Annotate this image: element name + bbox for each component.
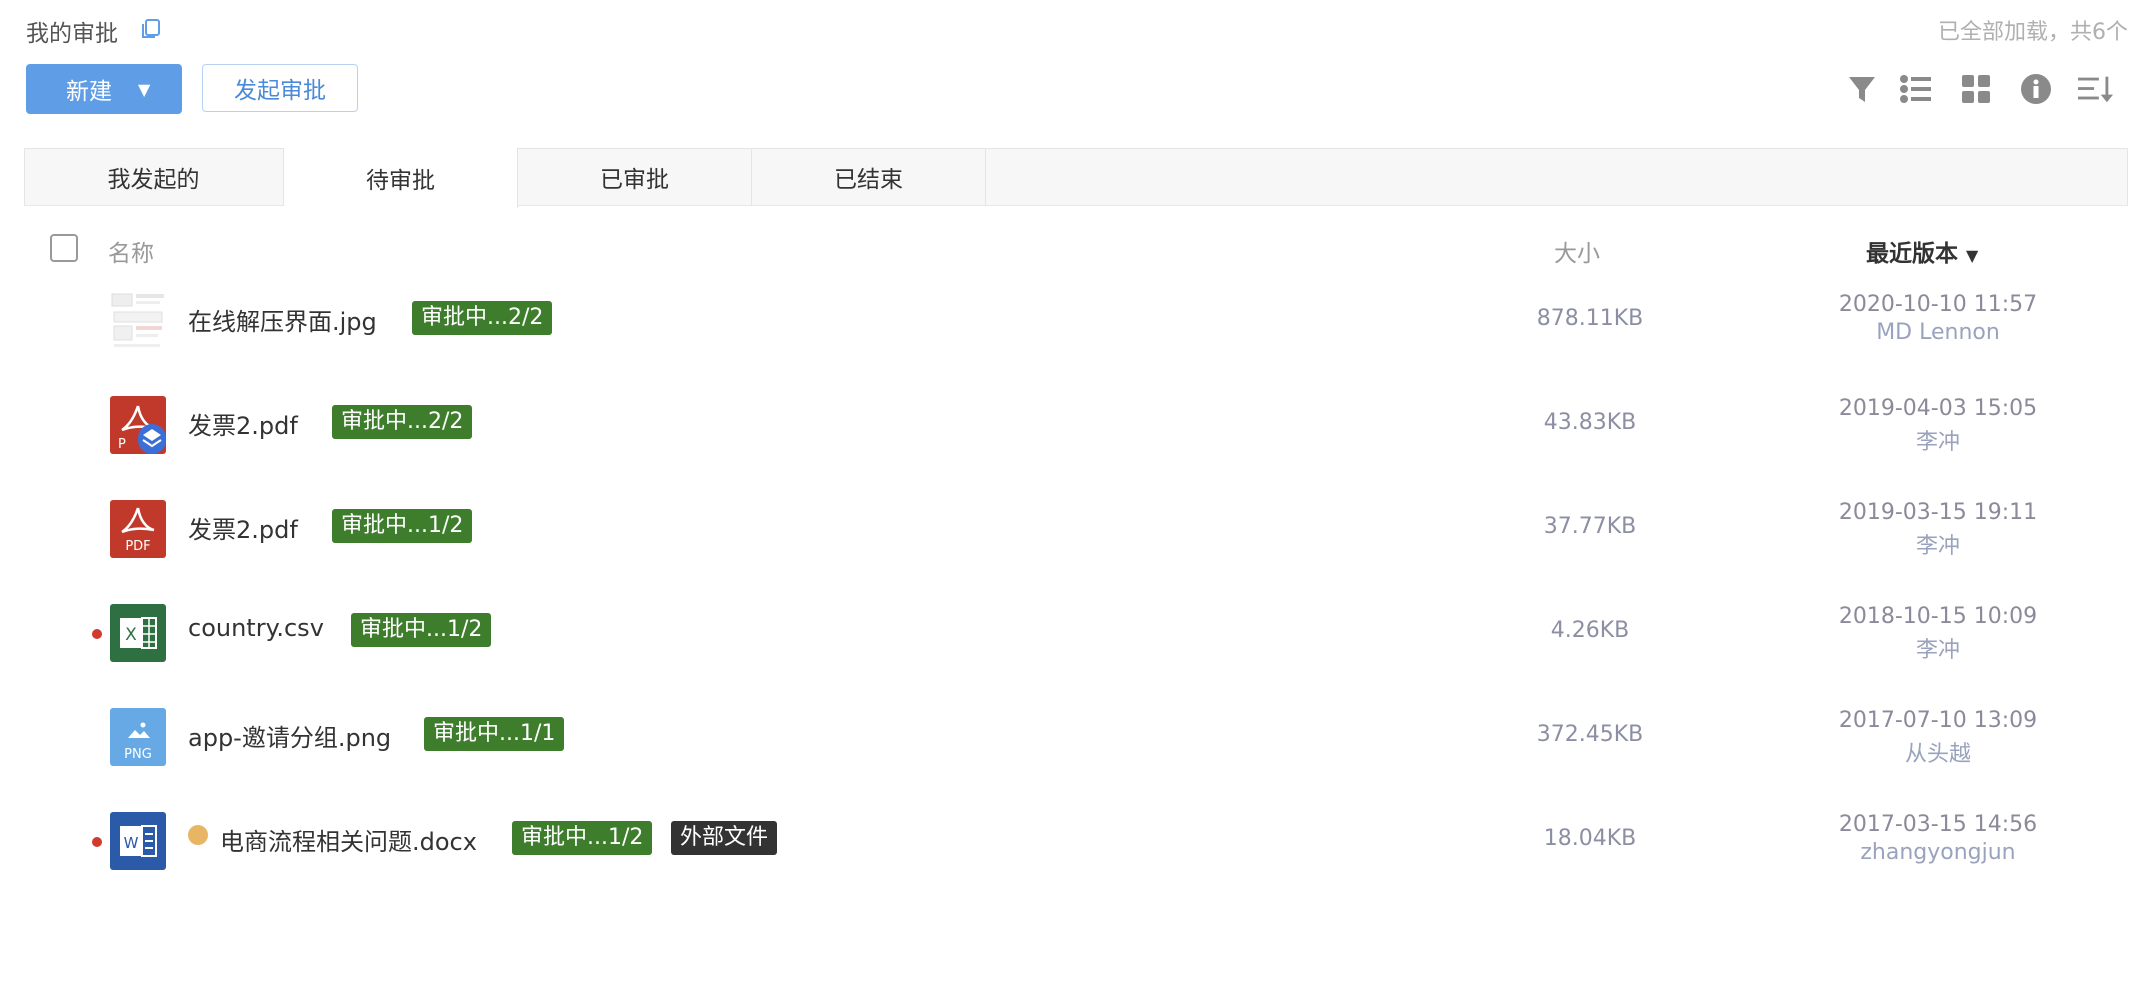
version-date: 2018-10-15 10:09 bbox=[1838, 604, 2038, 629]
column-header-version-label: 最近版本 bbox=[1866, 241, 1958, 267]
version-date: 2020-10-10 11:57 bbox=[1838, 292, 2038, 317]
pdf-icon-text: PDF bbox=[125, 539, 150, 554]
file-size: 37.77KB bbox=[1543, 514, 1637, 539]
version-owner: 李冲 bbox=[1915, 534, 1960, 559]
approval-status-badge: 审批中...1/1 bbox=[424, 717, 565, 751]
image-thumbnail-icon bbox=[110, 292, 166, 350]
version-date: 2019-04-03 15:05 bbox=[1838, 396, 2038, 421]
column-header-size[interactable]: 大小 bbox=[1554, 234, 1600, 268]
status-dot bbox=[188, 825, 208, 845]
file-name[interactable]: app-邀请分组.png bbox=[188, 718, 391, 753]
file-size: 18.04KB bbox=[1543, 826, 1637, 851]
start-approval-button[interactable]: 发起审批 bbox=[202, 64, 358, 112]
filter-icon[interactable] bbox=[1844, 70, 1880, 108]
approval-status-badge: 审批中...1/2 bbox=[332, 509, 473, 543]
tab-my-initiated[interactable]: 我发起的 bbox=[24, 148, 284, 206]
sort-icon[interactable] bbox=[2078, 70, 2114, 108]
unread-dot bbox=[92, 837, 102, 847]
column-header-name[interactable]: 名称 bbox=[108, 234, 154, 268]
list-view-icon[interactable] bbox=[1898, 70, 1934, 108]
excel-icon: X bbox=[110, 604, 166, 662]
version-date: 2017-03-15 14:56 bbox=[1838, 812, 2038, 837]
pdf-icon: PDF bbox=[110, 500, 166, 558]
approval-status-badge: 审批中...2/2 bbox=[332, 405, 473, 439]
approval-status-badge: 审批中...1/2 bbox=[512, 821, 653, 855]
load-status-text: 已全部加载，共6个 bbox=[1938, 20, 2128, 45]
version-date: 2019-03-15 19:11 bbox=[1838, 500, 2038, 525]
tab-approved[interactable]: 已审批 bbox=[518, 148, 752, 206]
external-file-badge: 外部文件 bbox=[671, 821, 778, 855]
file-size: 878.11KB bbox=[1536, 306, 1644, 331]
pdf-icon: P bbox=[110, 396, 166, 454]
sort-caret-down-icon: ▼ bbox=[1966, 246, 1979, 265]
approval-status-badge: 审批中...1/2 bbox=[351, 613, 492, 647]
png-icon-text: PNG bbox=[124, 747, 152, 762]
page-title: 我的审批 bbox=[26, 21, 118, 47]
grid-view-icon[interactable] bbox=[1958, 70, 1994, 108]
svg-text:P: P bbox=[118, 437, 126, 452]
copy-icon[interactable] bbox=[140, 18, 162, 40]
version-owner: MD Lennon bbox=[1876, 320, 2000, 345]
version-owner: 李冲 bbox=[1915, 430, 1960, 455]
svg-text:W: W bbox=[124, 834, 139, 852]
version-owner: 李冲 bbox=[1915, 638, 1960, 663]
approval-status-badge: 审批中...2/2 bbox=[412, 301, 553, 335]
file-name[interactable]: 发票2.pdf bbox=[188, 406, 298, 441]
png-icon: PNG bbox=[110, 708, 166, 766]
info-icon[interactable] bbox=[2018, 70, 2054, 108]
file-size: 43.83KB bbox=[1543, 410, 1637, 435]
version-owner: zhangyongjun bbox=[1860, 840, 2016, 865]
file-size: 4.26KB bbox=[1550, 618, 1630, 643]
column-header-version[interactable]: 最近版本 ▼ bbox=[1866, 234, 1978, 268]
tab-pending-approval[interactable]: 待审批 bbox=[284, 148, 518, 208]
select-all-checkbox[interactable] bbox=[50, 234, 78, 262]
tab-ended[interactable]: 已结束 bbox=[752, 148, 986, 206]
unread-dot bbox=[92, 629, 102, 639]
caret-down-icon: ▼ bbox=[138, 79, 151, 99]
word-icon: W bbox=[110, 812, 166, 870]
new-button[interactable]: 新建 ▼ bbox=[26, 64, 182, 114]
svg-text:X: X bbox=[125, 625, 137, 645]
file-name[interactable]: 电商流程相关问题.docx bbox=[220, 822, 477, 857]
new-button-label: 新建 bbox=[66, 79, 112, 105]
file-name[interactable]: 发票2.pdf bbox=[188, 510, 298, 545]
version-owner: 从头越 bbox=[1904, 742, 1971, 767]
version-date: 2017-07-10 13:09 bbox=[1838, 708, 2038, 733]
file-size: 372.45KB bbox=[1536, 722, 1644, 747]
file-name[interactable]: country.csv bbox=[188, 614, 324, 642]
file-name[interactable]: 在线解压界面.jpg bbox=[188, 302, 377, 337]
